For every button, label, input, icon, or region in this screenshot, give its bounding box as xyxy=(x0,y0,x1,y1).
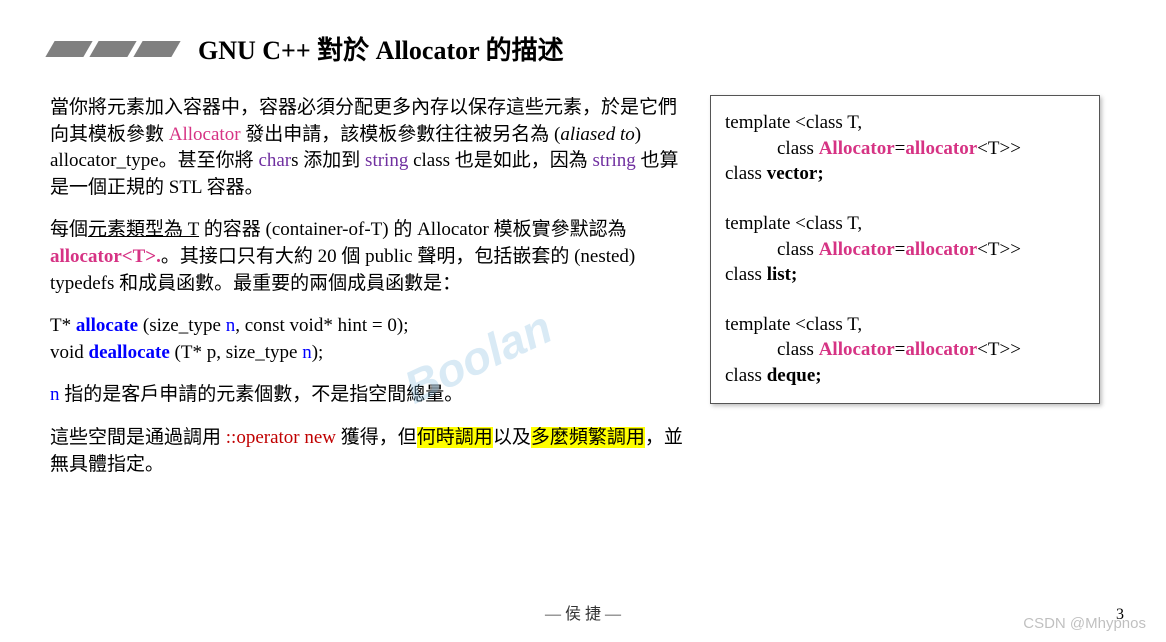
code-sidebar: template <class T, class Allocator=alloc… xyxy=(710,95,1100,494)
text: class xyxy=(725,163,767,184)
content-row: 當你將元素加入容器中，容器必須分配更多內存以保存這些元素，於是它們向其模板參數 … xyxy=(50,95,1116,494)
italic-text: aliased to xyxy=(560,124,634,145)
template-deque: template <class T, class Allocator=alloc… xyxy=(725,312,1085,389)
class-list: list; xyxy=(767,264,798,285)
underlined-text: 元素類型為 T xyxy=(88,219,199,240)
stripes-decoration xyxy=(50,41,176,57)
page-title: GNU C++ 對於 Allocator 的描述 xyxy=(198,30,564,67)
stripe-icon xyxy=(89,41,136,57)
text: s 添加到 xyxy=(291,150,365,171)
keyword-allocator: Allocator xyxy=(819,339,895,360)
text: 指的是客戶申請的元素個數，不是指空間總量。 xyxy=(60,384,464,405)
template-list: template <class T, class Allocator=alloc… xyxy=(725,211,1085,288)
keyword-allocator-t: allocator xyxy=(905,138,977,159)
text: 以及 xyxy=(493,427,531,448)
paragraph-4: 這些空間是通過調用 ::operator new 獲得，但何時調用以及多麼頻繁調… xyxy=(50,425,690,478)
class-deque: deque; xyxy=(767,365,822,386)
text: , const void* hint = 0); xyxy=(235,315,408,336)
paragraph-3: n 指的是客戶申請的元素個數，不是指空間總量。 xyxy=(50,382,690,409)
text: <T>> xyxy=(977,138,1021,159)
text: 的容器 (container-of-T) 的 Allocator 模板實參默認為 xyxy=(199,219,627,240)
text: class xyxy=(725,365,767,386)
text: template <class T, xyxy=(725,213,862,234)
keyword-allocator: Allocator xyxy=(819,138,895,159)
text: <T>> xyxy=(977,339,1021,360)
paragraph-1: 當你將元素加入容器中，容器必須分配更多內存以保存這些元素，於是它們向其模板參數 … xyxy=(50,95,690,201)
class-vector: vector; xyxy=(767,163,824,184)
var-n: n xyxy=(50,384,60,405)
text: = xyxy=(895,239,906,260)
text: void xyxy=(50,342,89,363)
keyword-allocator-t: allocator<T>. xyxy=(50,246,161,267)
text: 這些空間是通過調用 xyxy=(50,427,226,448)
template-vector: template <class T, class Allocator=alloc… xyxy=(725,110,1085,187)
text: class 也是如此，因為 xyxy=(408,150,592,171)
slide: GNU C++ 對於 Allocator 的描述 當你將元素加入容器中，容器必須… xyxy=(0,0,1166,642)
text: <T>> xyxy=(977,239,1021,260)
text: ); xyxy=(312,342,324,363)
text: = xyxy=(895,138,906,159)
highlight-when: 何時調用 xyxy=(417,427,493,448)
header-row: GNU C++ 對於 Allocator 的描述 xyxy=(50,30,1116,67)
keyword-allocator-t: allocator xyxy=(905,239,977,260)
stripe-icon xyxy=(133,41,180,57)
param-n: n xyxy=(226,315,236,336)
text: 每個 xyxy=(50,219,88,240)
text: class xyxy=(725,264,767,285)
text: class xyxy=(777,138,819,159)
text: class xyxy=(777,339,819,360)
highlight-how-often: 多麼頻繁調用 xyxy=(531,427,645,448)
keyword-string: string xyxy=(365,150,408,171)
operator-new: ::operator new xyxy=(226,427,336,448)
text: (T* p, size_type xyxy=(170,342,302,363)
func-allocate: allocate xyxy=(76,315,138,336)
keyword-allocator: Allocator xyxy=(819,239,895,260)
text: class xyxy=(777,239,819,260)
stripe-icon xyxy=(45,41,92,57)
keyword-char: char xyxy=(258,150,291,171)
code-box: template <class T, class Allocator=alloc… xyxy=(710,95,1100,404)
keyword-string: string xyxy=(593,150,636,171)
text: T* xyxy=(50,315,76,336)
text: 獲得，但 xyxy=(336,427,417,448)
body-text: 當你將元素加入容器中，容器必須分配更多內存以保存這些元素，於是它們向其模板參數 … xyxy=(50,95,690,494)
text: = xyxy=(895,339,906,360)
function-signatures: T* allocate (size_type n, const void* hi… xyxy=(50,313,690,366)
watermark-csdn: CSDN @Mhypnos xyxy=(1023,615,1146,632)
keyword-allocator-t: allocator xyxy=(905,339,977,360)
keyword-allocator: Allocator xyxy=(169,124,241,145)
paragraph-2: 每個元素類型為 T 的容器 (container-of-T) 的 Allocat… xyxy=(50,217,690,297)
text: 發出申請，該模板參數往往被另名為 ( xyxy=(241,124,561,145)
text: template <class T, xyxy=(725,112,862,133)
func-deallocate: deallocate xyxy=(89,342,170,363)
param-n: n xyxy=(302,342,312,363)
text: template <class T, xyxy=(725,314,862,335)
text: (size_type xyxy=(138,315,226,336)
footer-author: — 侯 捷 — xyxy=(0,600,1166,624)
